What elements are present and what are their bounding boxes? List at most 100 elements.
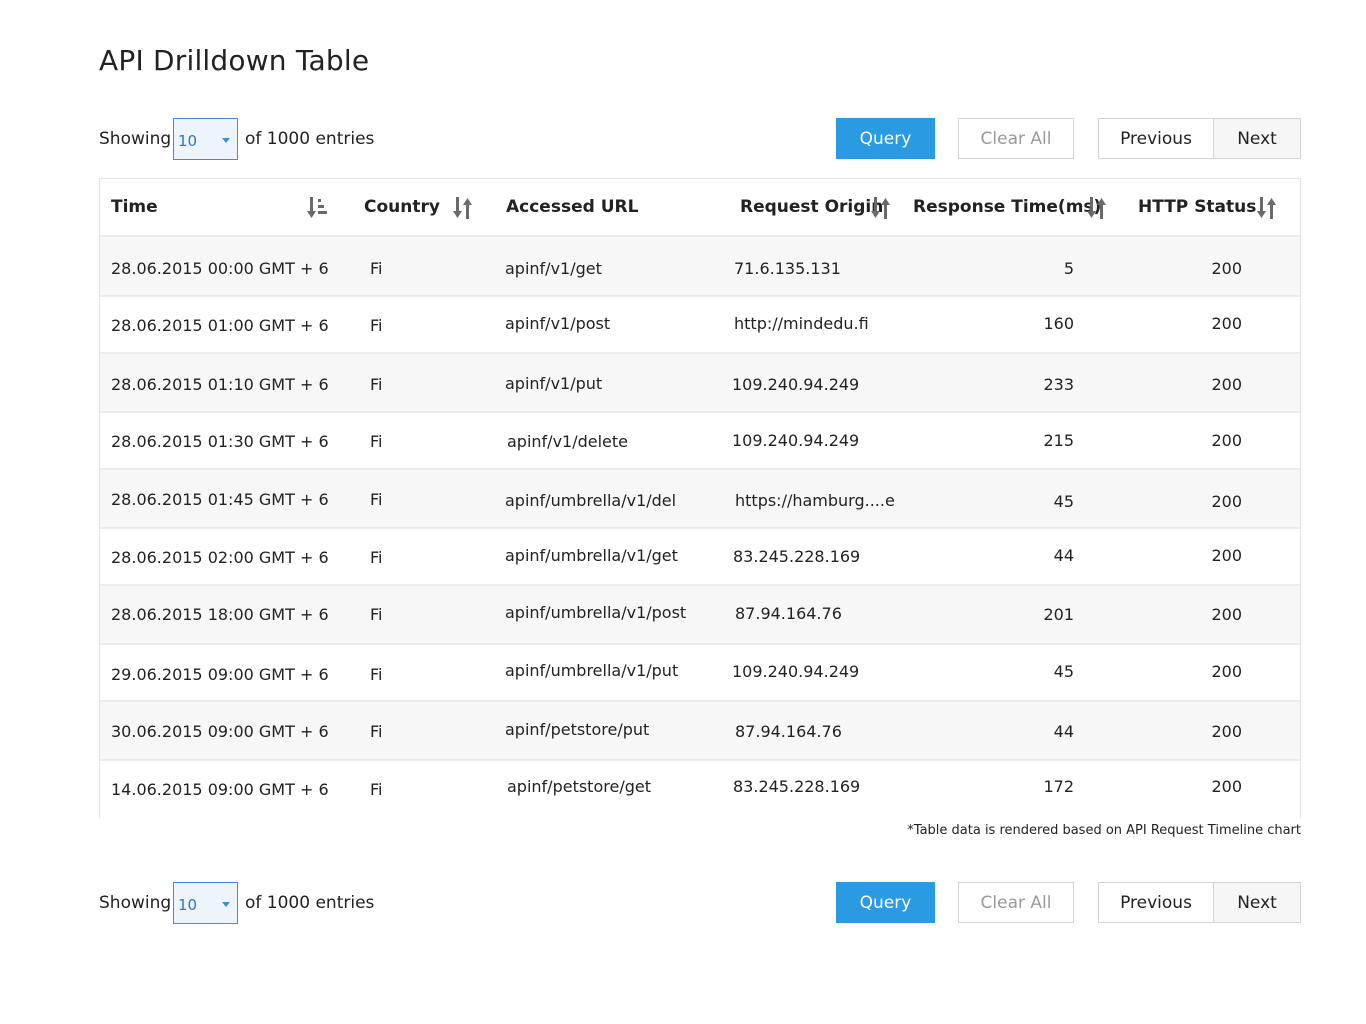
sort-icon[interactable]	[1257, 196, 1279, 220]
cell-url: apinf/petstore/put	[505, 720, 650, 739]
cell-http-status: 200	[1211, 314, 1242, 333]
previous-button[interactable]: Previous	[1098, 882, 1214, 923]
cell-url: apinf/v1/put	[505, 374, 603, 393]
table-controls-bottom: Showing 10 of 1000 entries Query Clear A…	[99, 882, 1301, 924]
cell-time: 28.06.2015 01:10 GMT + 6	[111, 375, 329, 394]
cell-http-status: 200	[1211, 777, 1242, 796]
table-row[interactable]: 28.06.2015 01:45 GMT + 6 Fi apinf/umbrel…	[100, 470, 1300, 529]
cell-origin: 87.94.164.76	[735, 604, 842, 623]
cell-url: apinf/v1/post	[505, 314, 611, 333]
cell-country: Fi	[370, 780, 383, 799]
page-title: API Drilldown Table	[99, 44, 370, 77]
cell-http-status: 200	[1211, 431, 1242, 450]
cell-http-status: 200	[1211, 492, 1242, 511]
cell-response-time: 5	[1063, 259, 1074, 278]
showing-label: Showing	[99, 893, 172, 913]
table-row[interactable]: 28.06.2015 18:00 GMT + 6 Fi apinf/umbrel…	[100, 586, 1300, 645]
sort-icon[interactable]	[1087, 196, 1109, 220]
cell-country: Fi	[370, 259, 383, 278]
cell-url: apinf/petstore/get	[507, 777, 651, 796]
table-row[interactable]: 14.06.2015 09:00 GMT + 6 Fi apinf/petsto…	[100, 761, 1300, 819]
cell-response-time: 233	[1043, 375, 1074, 394]
cell-response-time: 215	[1043, 431, 1074, 450]
cell-country: Fi	[370, 665, 383, 684]
cell-url: apinf/umbrella/v1/put	[505, 661, 679, 680]
column-header-accessed-url[interactable]: Accessed URL	[506, 197, 638, 217]
cell-time: 30.06.2015 09:00 GMT + 6	[111, 722, 329, 741]
sort-icon[interactable]	[871, 196, 893, 220]
cell-url: apinf/umbrella/v1/get	[505, 546, 678, 565]
cell-country: Fi	[370, 375, 383, 394]
cell-country: Fi	[370, 605, 383, 624]
table-footnote: *Table data is rendered based on API Req…	[907, 823, 1301, 838]
clear-all-button[interactable]: Clear All	[958, 882, 1074, 923]
page-size-value: 10	[178, 896, 198, 914]
cell-url: apinf/umbrella/v1/post	[505, 603, 687, 622]
table-controls-top: Showing 10 of 1000 entries Query Clear A…	[99, 118, 1301, 160]
cell-country: Fi	[370, 432, 383, 451]
cell-origin: 109.240.94.249	[732, 375, 860, 394]
cell-country: Fi	[370, 316, 383, 335]
chevron-down-icon	[222, 138, 230, 143]
clear-all-button[interactable]: Clear All	[958, 118, 1074, 159]
cell-time: 28.06.2015 02:00 GMT + 6	[111, 548, 329, 567]
column-header-country[interactable]: Country	[364, 197, 440, 217]
showing-label: Showing	[99, 129, 172, 149]
cell-country: Fi	[370, 548, 383, 567]
entries-label: of 1000 entries	[245, 129, 375, 149]
table-row[interactable]: 30.06.2015 09:00 GMT + 6 Fi apinf/petsto…	[100, 702, 1300, 761]
cell-response-time: 45	[1053, 662, 1074, 681]
cell-response-time: 45	[1053, 492, 1074, 511]
cell-origin: 83.245.228.169	[733, 547, 861, 566]
table-row[interactable]: 29.06.2015 09:00 GMT + 6 Fi apinf/umbrel…	[100, 645, 1300, 702]
cell-http-status: 200	[1211, 605, 1242, 624]
cell-http-status: 200	[1211, 722, 1242, 741]
column-header-time[interactable]: Time	[111, 197, 158, 217]
page-size-select[interactable]: 10	[173, 118, 238, 160]
cell-origin: 109.240.94.249	[732, 662, 860, 681]
cell-time: 29.06.2015 09:00 GMT + 6	[111, 665, 329, 684]
table-row[interactable]: 28.06.2015 01:00 GMT + 6 Fi apinf/v1/pos…	[100, 297, 1300, 354]
cell-origin: 71.6.135.131	[734, 259, 841, 278]
table-row[interactable]: 28.06.2015 01:10 GMT + 6 Fi apinf/v1/put…	[100, 354, 1300, 413]
cell-time: 28.06.2015 18:00 GMT + 6	[111, 605, 329, 624]
cell-http-status: 200	[1211, 259, 1242, 278]
table-row[interactable]: 28.06.2015 01:30 GMT + 6 Fi apinf/v1/del…	[100, 413, 1300, 470]
cell-origin: 87.94.164.76	[735, 722, 842, 741]
api-drilldown-table: Time Country Accessed URL Request Origin…	[99, 178, 1301, 819]
cell-response-time: 44	[1053, 722, 1074, 741]
next-button[interactable]: Next	[1213, 118, 1301, 159]
entries-label: of 1000 entries	[245, 893, 375, 913]
table-row[interactable]: 28.06.2015 02:00 GMT + 6 Fi apinf/umbrel…	[100, 529, 1300, 586]
cell-http-status: 200	[1211, 546, 1242, 565]
sort-icon[interactable]	[453, 196, 475, 220]
column-header-response-time[interactable]: Response Time(ms)	[913, 197, 1101, 217]
cell-http-status: 200	[1211, 375, 1242, 394]
query-button[interactable]: Query	[836, 882, 935, 923]
table-header: Time Country Accessed URL Request Origin…	[100, 179, 1300, 237]
cell-origin: http://mindedu.fi	[734, 314, 869, 333]
sort-desc-icon[interactable]	[307, 196, 329, 220]
cell-response-time: 201	[1043, 605, 1074, 624]
cell-country: Fi	[370, 722, 383, 741]
cell-time: 28.06.2015 00:00 GMT + 6	[111, 259, 329, 278]
column-header-http-status[interactable]: HTTP Status	[1138, 197, 1256, 217]
cell-http-status: 200	[1211, 662, 1242, 681]
page-size-select[interactable]: 10	[173, 882, 238, 924]
column-header-request-origin[interactable]: Request Origin	[740, 197, 883, 217]
cell-time: 28.06.2015 01:00 GMT + 6	[111, 316, 329, 335]
cell-time: 28.06.2015 01:30 GMT + 6	[111, 432, 329, 451]
cell-origin: 109.240.94.249	[732, 431, 860, 450]
cell-country: Fi	[370, 490, 383, 509]
cell-url: apinf/v1/delete	[507, 432, 629, 451]
next-button[interactable]: Next	[1213, 882, 1301, 923]
cell-response-time: 160	[1043, 314, 1074, 333]
previous-button[interactable]: Previous	[1098, 118, 1214, 159]
cell-origin: 83.245.228.169	[733, 777, 861, 796]
cell-time: 28.06.2015 01:45 GMT + 6	[111, 490, 329, 509]
query-button[interactable]: Query	[836, 118, 935, 159]
cell-response-time: 44	[1053, 546, 1074, 565]
cell-response-time: 172	[1043, 777, 1074, 796]
cell-origin: https://hamburg....e	[735, 491, 895, 510]
table-row[interactable]: 28.06.2015 00:00 GMT + 6 Fi apinf/v1/get…	[100, 237, 1300, 297]
